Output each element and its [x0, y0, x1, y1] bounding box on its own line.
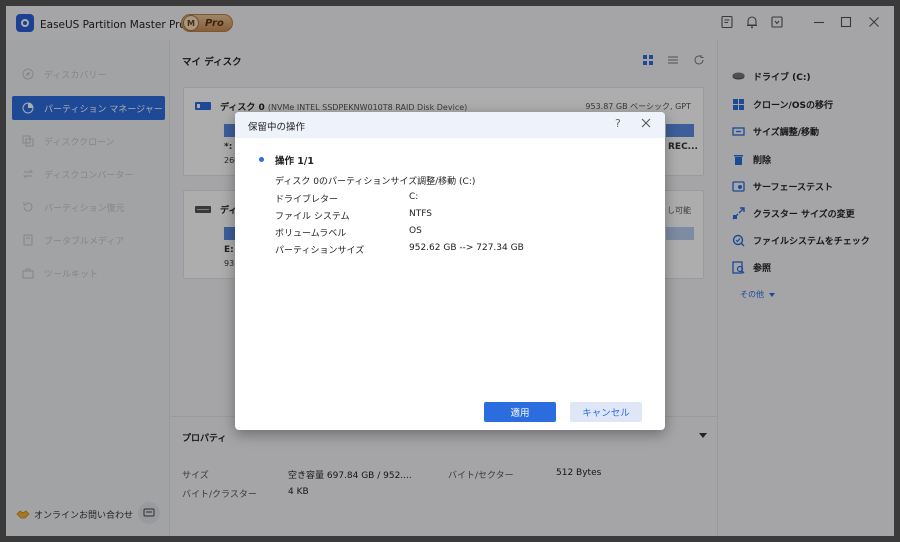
operation-bullet — [259, 157, 264, 162]
dialog-title: 保留中の操作 — [248, 122, 306, 133]
file-system-value: NTFS — [409, 209, 432, 219]
partition-size-label: パーティションサイズ — [275, 246, 365, 256]
file-system-label: ファイル システム — [275, 212, 350, 222]
help-icon[interactable]: ? — [615, 117, 621, 130]
cancel-button[interactable]: キャンセル — [570, 402, 642, 422]
operation-title: 操作 1/1 — [275, 156, 314, 167]
volume-label-label: ボリュームラベル — [275, 229, 347, 239]
drive-letter-value: C: — [409, 192, 419, 202]
dialog-header: 保留中の操作 ? — [235, 112, 665, 138]
apply-button[interactable]: 適用 — [484, 402, 556, 422]
drive-letter-label: ドライブレター — [275, 195, 339, 205]
pending-operations-dialog: 保留中の操作 ? 操作 1/1 ディスク 0のパーティションサイズ調整/移動 (… — [235, 112, 665, 430]
partition-size-value: 952.62 GB --> 727.34 GB — [409, 243, 524, 253]
app-window: EaseUS Partition Master Pro版 M Pro ディスカバ… — [6, 6, 894, 536]
volume-label-value: OS — [409, 226, 422, 236]
close-icon[interactable] — [640, 117, 652, 129]
operation-description: ディスク 0のパーティションサイズ調整/移動 (C:) — [275, 177, 476, 187]
